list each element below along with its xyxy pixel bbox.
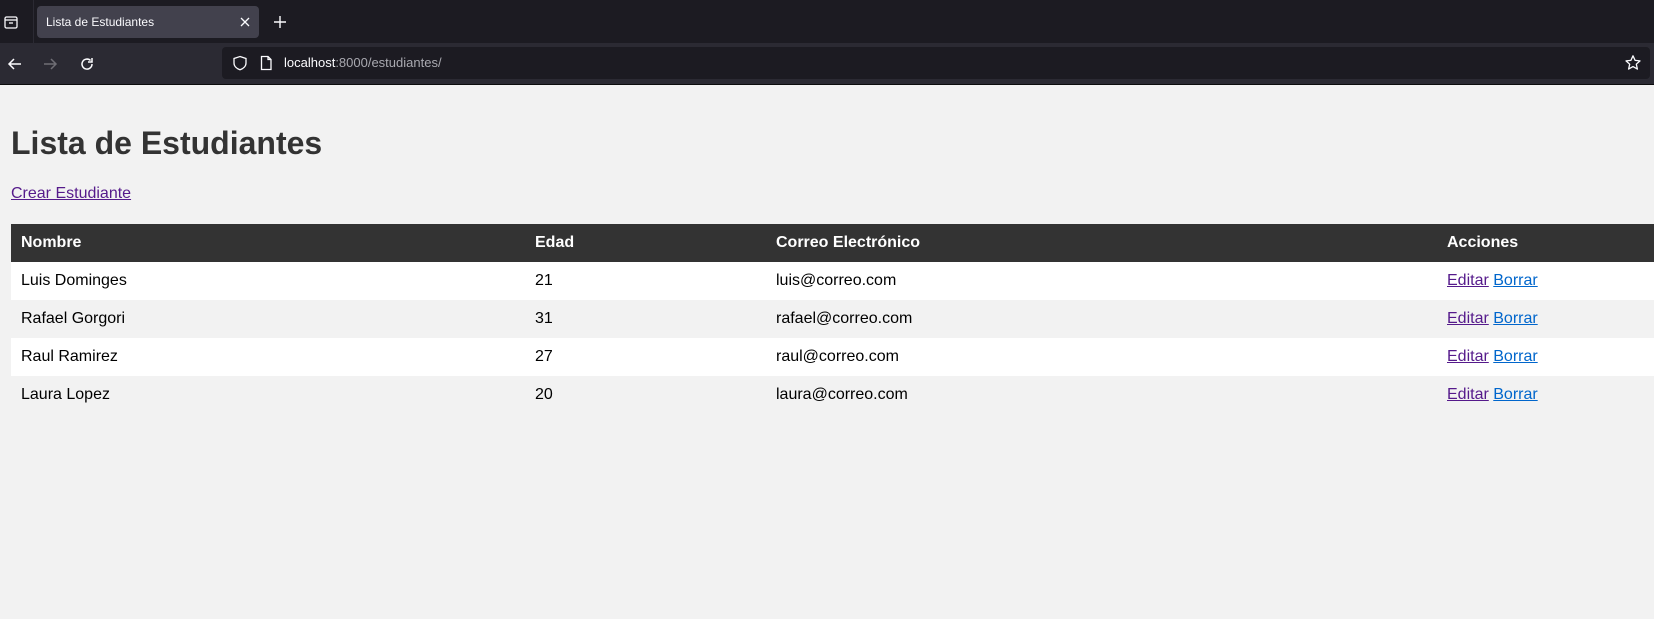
edit-link[interactable]: Editar (1447, 272, 1489, 289)
header-nombre: Nombre (11, 224, 525, 262)
bookmark-star-icon[interactable] (1624, 54, 1642, 72)
close-icon[interactable] (237, 14, 253, 30)
header-edad: Edad (525, 224, 766, 262)
tab-strip: Lista de Estudiantes (0, 0, 1654, 43)
cell-actions: Editar Borrar (1437, 376, 1654, 414)
shield-icon[interactable] (232, 55, 248, 71)
url-text[interactable]: localhost:8000/estudiantes/ (284, 55, 442, 70)
url-host: localhost (284, 55, 336, 70)
address-bar[interactable]: localhost:8000/estudiantes/ (222, 47, 1650, 79)
delete-link[interactable]: Borrar (1493, 272, 1537, 289)
cell-age: 20 (525, 376, 766, 414)
nav-toolbar: localhost:8000/estudiantes/ (0, 43, 1654, 85)
cell-email: raul@correo.com (766, 338, 1437, 376)
table-header-row: Nombre Edad Correo Electrónico Acciones (11, 224, 1654, 262)
cell-actions: Editar Borrar (1437, 338, 1654, 376)
cell-age: 27 (525, 338, 766, 376)
new-tab-plus-icon[interactable] (271, 13, 289, 31)
create-student-link[interactable]: Crear Estudiante (11, 185, 131, 203)
tab-title: Lista de Estudiantes (46, 15, 155, 29)
tab-separator (33, 0, 34, 43)
table-row: Laura Lopez 20 laura@correo.com Editar B… (11, 376, 1654, 414)
edit-link[interactable]: Editar (1447, 310, 1489, 327)
page-info-icon[interactable] (258, 55, 274, 71)
cell-name: Rafael Gorgori (11, 300, 525, 338)
page-content: Lista de Estudiantes Crear Estudiante No… (0, 85, 1654, 619)
delete-link[interactable]: Borrar (1493, 310, 1537, 327)
cell-email: rafael@correo.com (766, 300, 1437, 338)
cell-email: laura@correo.com (766, 376, 1437, 414)
cell-age: 31 (525, 300, 766, 338)
edit-link[interactable]: Editar (1447, 386, 1489, 403)
url-path: :8000/estudiantes/ (335, 55, 442, 70)
cell-actions: Editar Borrar (1437, 262, 1654, 300)
reload-icon[interactable] (76, 53, 98, 75)
cell-age: 21 (525, 262, 766, 300)
header-correo: Correo Electrónico (766, 224, 1437, 262)
table-row: Luis Dominges 21 luis@correo.com Editar … (11, 262, 1654, 300)
cell-name: Raul Ramirez (11, 338, 525, 376)
delete-link[interactable]: Borrar (1493, 348, 1537, 365)
edit-link[interactable]: Editar (1447, 348, 1489, 365)
header-acciones: Acciones (1437, 224, 1654, 262)
table-row: Rafael Gorgori 31 rafael@correo.com Edit… (11, 300, 1654, 338)
page-title: Lista de Estudiantes (11, 125, 323, 161)
delete-link[interactable]: Borrar (1493, 386, 1537, 403)
cell-name: Laura Lopez (11, 376, 525, 414)
tab-active[interactable]: Lista de Estudiantes (37, 6, 259, 38)
cell-name: Luis Dominges (11, 262, 525, 300)
students-table: Nombre Edad Correo Electrónico Acciones … (11, 224, 1654, 414)
table-row: Raul Ramirez 27 raul@correo.com Editar B… (11, 338, 1654, 376)
back-arrow-icon[interactable] (4, 53, 26, 75)
tab-list-icon[interactable] (1, 12, 21, 32)
forward-arrow-icon[interactable] (39, 53, 61, 75)
cell-email: luis@correo.com (766, 262, 1437, 300)
cell-actions: Editar Borrar (1437, 300, 1654, 338)
